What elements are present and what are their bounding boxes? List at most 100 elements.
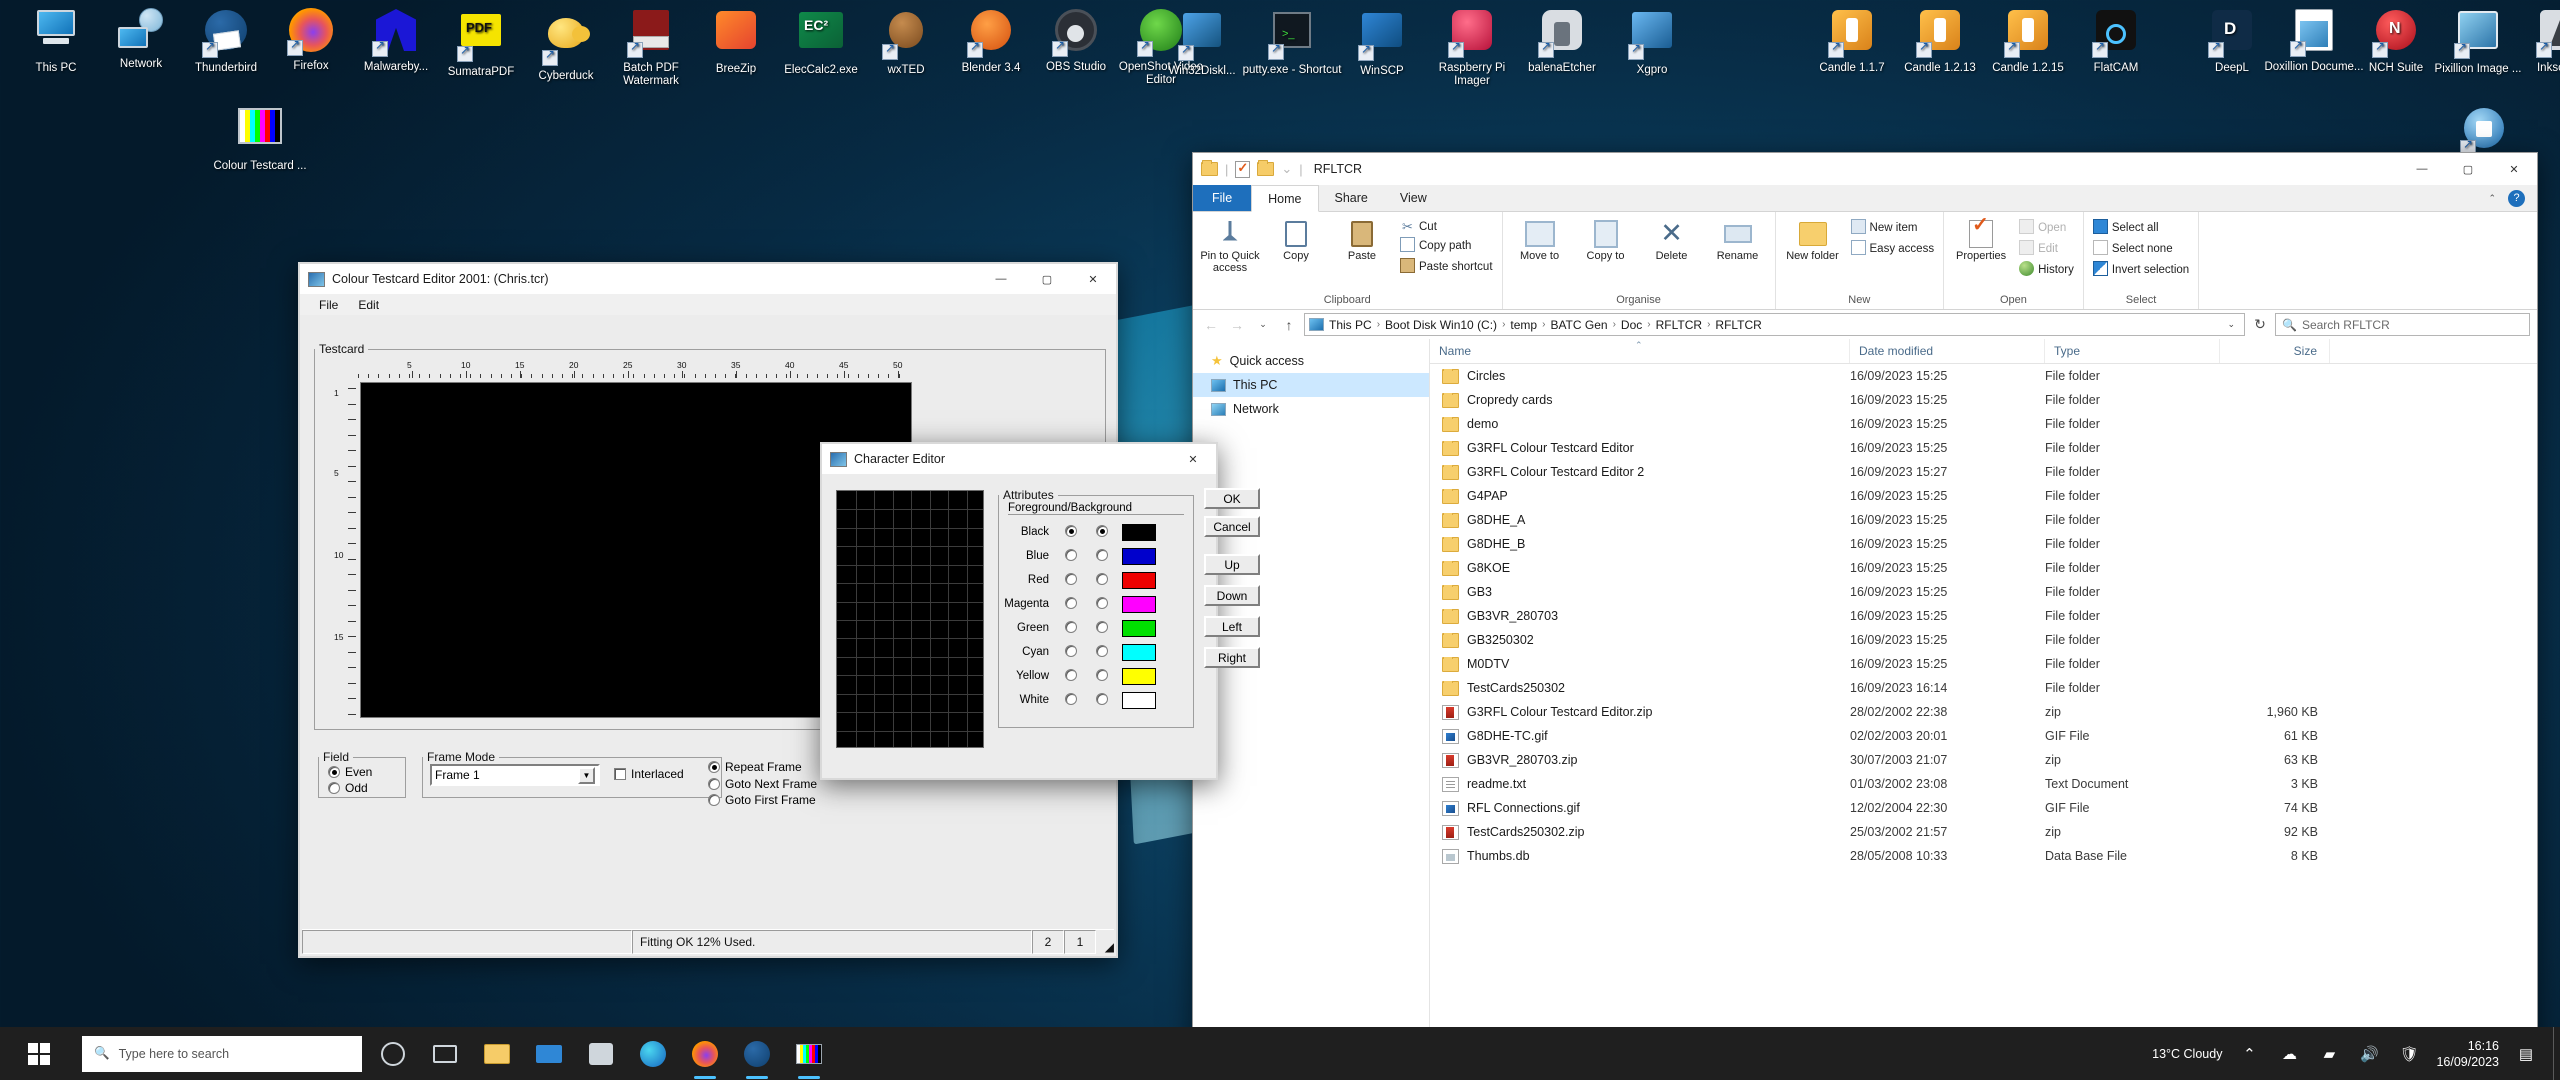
close-button[interactable]: ✕ — [1070, 264, 1116, 294]
checkbox[interactable] — [614, 768, 626, 780]
column-header-size[interactable]: Size — [2220, 339, 2330, 363]
background-radio[interactable] — [1096, 620, 1108, 633]
foreground-radio[interactable] — [1065, 644, 1077, 657]
file-row[interactable]: GB3 16/09/2023 15:25 File folder — [1430, 580, 2537, 604]
ribbon-command-edit[interactable]: Edit — [2015, 239, 2078, 259]
file-row[interactable]: GB3VR_280703.zip 30/07/2003 21:07 zip 63 KB — [1430, 748, 2537, 772]
frame-radio-goto-next-frame[interactable]: Goto Next Frame — [708, 776, 817, 792]
file-row[interactable]: M0DTV 16/09/2023 15:25 File folder — [1430, 652, 2537, 676]
ribbon-button-move-to[interactable]: Move to — [1508, 216, 1572, 264]
chevron-down-icon[interactable]: ▼ — [578, 766, 595, 784]
chevron-down-icon[interactable]: ⌄ — [2222, 319, 2240, 330]
character-grid-canvas[interactable] — [836, 490, 984, 748]
weather-widget[interactable]: 13°C Cloudy — [2152, 1047, 2222, 1061]
field-radio-group[interactable]: Even Odd — [328, 764, 372, 796]
file-row[interactable]: RFL Connections.gif 12/02/2004 22:30 GIF F… — [1430, 796, 2537, 820]
notifications-icon[interactable]: ▤ — [2513, 1041, 2539, 1067]
menu-edit[interactable]: Edit — [349, 297, 388, 313]
checkbox-interlaced[interactable]: Interlaced — [614, 766, 684, 782]
radio-button[interactable] — [708, 794, 720, 806]
forward-button[interactable]: → — [1226, 314, 1248, 336]
folder-icon[interactable] — [1201, 160, 1218, 176]
field-radio-odd[interactable]: Odd — [328, 780, 372, 796]
ribbon-button-pin-to-quick-access[interactable]: Pin to Quick access — [1198, 216, 1262, 276]
desktop-icon-winscp[interactable]: WinSCP — [1330, 6, 1434, 78]
background-radio[interactable] — [1096, 572, 1108, 585]
background-radio[interactable] — [1096, 644, 1108, 657]
file-row[interactable]: Circles 16/09/2023 15:25 File folder — [1430, 364, 2537, 388]
properties-icon[interactable] — [1235, 160, 1251, 178]
cancel-button[interactable]: Cancel — [1204, 516, 1260, 537]
chevron-down-icon[interactable]: ⌄ — [1281, 161, 1292, 177]
colour-row-magenta[interactable]: Magenta — [1004, 592, 1156, 616]
ribbon-command-select-none[interactable]: Select none — [2089, 239, 2193, 259]
colour-row-black[interactable]: Black — [1004, 520, 1156, 544]
taskbar-mail-icon[interactable] — [526, 1027, 572, 1080]
foreground-radio[interactable] — [1065, 548, 1077, 561]
desktop-icon-xgpro[interactable]: Xgpro — [1600, 6, 1704, 77]
recent-locations-button[interactable]: ⌄ — [1252, 314, 1274, 336]
file-row[interactable]: TestCards250302.zip 25/03/2002 21:57 zip 92… — [1430, 820, 2537, 844]
tab-file[interactable]: File — [1193, 185, 1252, 211]
tab-share[interactable]: Share — [1319, 185, 1384, 211]
radio-button[interactable] — [328, 782, 340, 794]
nudge-right-button[interactable]: Right — [1204, 647, 1260, 668]
chevron-up-icon[interactable]: ⌃ — [2488, 193, 2496, 204]
file-list-pane[interactable]: Name Date modified Type Size ⌃ Circles 16… — [1430, 339, 2537, 1054]
colour-row-cyan[interactable]: Cyan — [1004, 640, 1156, 664]
taskbar-firefox-icon[interactable] — [682, 1027, 728, 1080]
ribbon[interactable]: Pin to Quick access Copy Paste ✂ Cut Copy pat… — [1193, 212, 2537, 310]
ribbon-tabs[interactable]: File Home Share View ⌃ ? — [1193, 185, 2537, 212]
colour-attribute-list[interactable]: Black Blue Red Magenta Green Cyan Yellow White — [1004, 520, 1156, 712]
desktop-icon-win32diskl[interactable]: Win32Diskl... — [1150, 6, 1254, 78]
file-row[interactable]: demo 16/09/2023 15:25 File folder — [1430, 412, 2537, 436]
ribbon-command-cut[interactable]: ✂ Cut — [1396, 218, 1497, 235]
background-radio[interactable] — [1096, 692, 1108, 705]
file-row[interactable]: G3RFL Colour Testcard Editor.zip 28/02/20… — [1430, 700, 2537, 724]
nudge-left-button[interactable]: Left — [1204, 616, 1260, 637]
colour-row-blue[interactable]: Blue — [1004, 544, 1156, 568]
navigation-pane[interactable]: ★ Quick access This PC Network — [1193, 339, 1430, 1054]
ribbon-button-rename[interactable]: Rename — [1706, 216, 1770, 264]
file-row[interactable]: readme.txt 01/03/2002 23:08 Text Document 3… — [1430, 772, 2537, 796]
search-box[interactable]: 🔍 Search RFLTCR — [2275, 313, 2530, 336]
resize-grip-icon[interactable]: ◢ — [1096, 930, 1114, 954]
file-row[interactable]: GB3VR_280703 16/09/2023 15:25 File folder — [1430, 604, 2537, 628]
taskbar[interactable]: 🔍 Type here to search 13°C Cloudy ⌃ ☁ ▰ … — [0, 1027, 2560, 1080]
taskbar-file-explorer-icon[interactable] — [474, 1027, 520, 1080]
desktop-icon-inkscape[interactable]: Inkscape — [2508, 6, 2560, 75]
ribbon-command-select-all[interactable]: Select all — [2089, 218, 2193, 238]
close-button[interactable]: ✕ — [2491, 153, 2537, 185]
foreground-radio[interactable] — [1065, 524, 1077, 537]
show-desktop-button[interactable] — [2553, 1027, 2560, 1080]
file-row[interactable]: G3RFL Colour Testcard Editor 16/09/2023 1… — [1430, 436, 2537, 460]
ribbon-command-easy-access[interactable]: Easy access — [1847, 239, 1939, 259]
desktop-icon-putty-exe-shortcut[interactable]: >_ putty.exe - Shortcut — [1240, 6, 1344, 77]
file-row[interactable]: G8DHE-TC.gif 02/02/2003 20:01 GIF File 61 K… — [1430, 724, 2537, 748]
file-list[interactable]: Circles 16/09/2023 15:25 File folder Cropre… — [1430, 364, 2537, 868]
taskbar-store-icon[interactable] — [578, 1027, 624, 1080]
foreground-radio[interactable] — [1065, 572, 1077, 585]
frame-radio-goto-first-frame[interactable]: Goto First Frame — [708, 792, 817, 808]
taskbar-testcard-icon[interactable] — [786, 1027, 832, 1080]
nav-item-this-pc[interactable]: This PC — [1193, 373, 1429, 397]
maximize-button[interactable]: ▢ — [1024, 264, 1070, 294]
taskbar-thunderbird-icon[interactable] — [734, 1027, 780, 1080]
ribbon-command-paste-shortcut[interactable]: Paste shortcut — [1396, 257, 1497, 277]
menu-file[interactable]: File — [310, 297, 347, 313]
file-row[interactable]: GB3250302 16/09/2023 15:25 File folder — [1430, 628, 2537, 652]
breadcrumb-item[interactable]: Boot Disk Win10 (C:) — [1385, 318, 1497, 332]
column-header-type[interactable]: Type — [2045, 339, 2220, 363]
frame-radio-repeat-frame[interactable]: Repeat Frame — [708, 758, 817, 776]
file-row[interactable]: G4PAP 16/09/2023 15:25 File folder — [1430, 484, 2537, 508]
search-input[interactable]: 🔍 Type here to search — [82, 1035, 362, 1072]
nudge-buttons[interactable]: Up Down Left Right — [1204, 554, 1260, 678]
tab-view[interactable]: View — [1384, 185, 1443, 211]
tab-home[interactable]: Home — [1251, 185, 1319, 212]
taskbar-pinned-apps[interactable] — [370, 1027, 832, 1080]
frame-select[interactable]: Frame 1 ▼ — [430, 764, 600, 786]
refresh-button[interactable]: ↻ — [2249, 314, 2271, 336]
radio-button[interactable] — [708, 761, 720, 773]
maximize-button[interactable]: ▢ — [2445, 153, 2491, 185]
up-button[interactable]: ↑ — [1278, 314, 1300, 336]
